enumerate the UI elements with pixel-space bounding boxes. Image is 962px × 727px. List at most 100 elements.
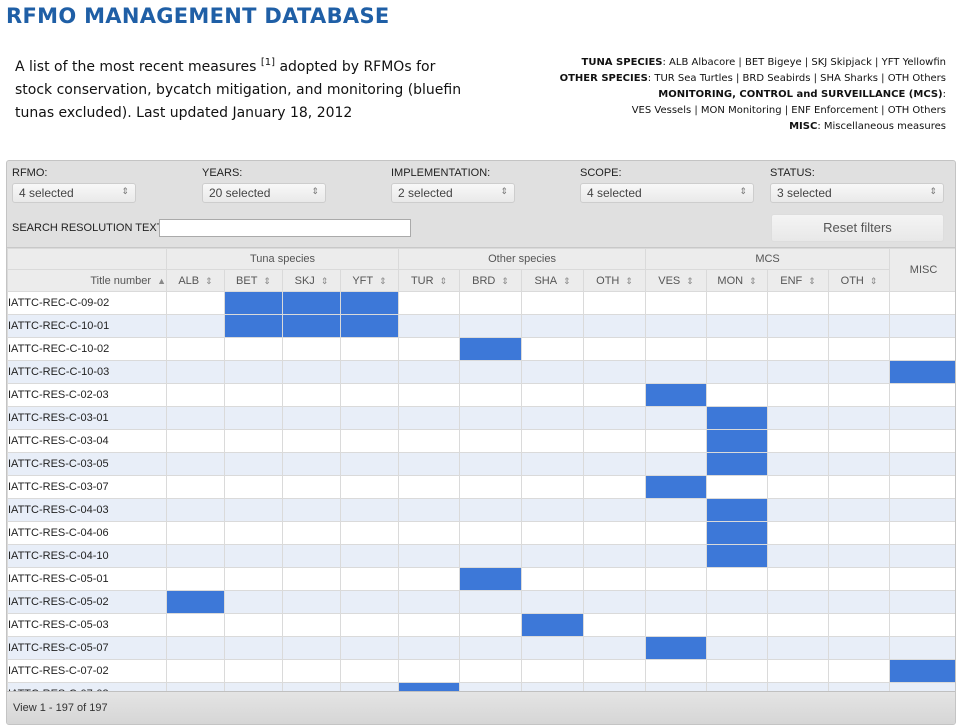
sort-icon: ⇕: [808, 275, 816, 286]
cell-flag-off: [398, 636, 461, 660]
cell-flag-off: [767, 613, 830, 637]
row-title[interactable]: IATTC-RES-C-03-04: [7, 429, 167, 453]
row-title[interactable]: IATTC-RES-C-03-01: [7, 406, 167, 430]
cell-flag-off: [459, 613, 523, 637]
implementation-select[interactable]: 2 selected ⇕: [391, 183, 515, 203]
table-row[interactable]: IATTC-RES-C-02-03: [7, 383, 955, 407]
cell-flag-off: [767, 337, 830, 361]
cell-flag-off: [339, 406, 400, 430]
row-title[interactable]: IATTC-REC-C-10-02: [7, 337, 167, 361]
row-title[interactable]: IATTC-REC-C-09-02: [7, 291, 167, 315]
table-row[interactable]: IATTC-REC-C-09-02: [7, 291, 955, 315]
cell-flag-off: [459, 383, 523, 407]
table-row[interactable]: IATTC-RES-C-04-10: [7, 544, 955, 568]
cell-flag-off: [645, 659, 708, 683]
row-title[interactable]: IATTC-RES-C-04-06: [7, 521, 167, 545]
cell-flag-off: [398, 544, 461, 568]
column-header-misc[interactable]: MISC: [889, 248, 955, 292]
sort-icon: ⇕: [749, 275, 757, 286]
table-row[interactable]: IATTC-RES-C-03-01: [7, 406, 955, 430]
row-title[interactable]: IATTC-RES-C-03-05: [7, 452, 167, 476]
row-title[interactable]: IATTC-RES-C-05-07: [7, 636, 167, 660]
cell-flag-off: [767, 314, 830, 338]
cell-flag-off: [282, 590, 341, 614]
table-row[interactable]: IATTC-RES-C-05-01: [7, 567, 955, 591]
rfmo-select[interactable]: 4 selected ⇕: [12, 183, 136, 203]
column-header-skj[interactable]: SKJ ⇕: [282, 269, 341, 292]
column-header-yft[interactable]: YFT ⇕: [339, 269, 400, 292]
search-input[interactable]: [159, 219, 411, 237]
cell-flag-off: [339, 429, 400, 453]
cell-flag-off: [706, 636, 769, 660]
row-title[interactable]: IATTC-REC-C-10-03: [7, 360, 167, 384]
column-header-enf[interactable]: ENF ⇕: [767, 269, 830, 292]
sort-icon: ⇕: [379, 275, 387, 286]
table-row[interactable]: IATTC-RES-C-03-05: [7, 452, 955, 476]
cell-flag-off: [706, 567, 769, 591]
column-header-oth-mcs[interactable]: OTH ⇕: [828, 269, 891, 292]
cell-flag-off: [767, 636, 830, 660]
cell-flag-off: [889, 429, 955, 453]
intro-text: A list of the most recent measures [1] a…: [15, 56, 465, 125]
cell-flag-off: [583, 452, 647, 476]
cell-flag-on: [282, 314, 341, 338]
cell-flag-off: [282, 659, 341, 683]
cell-flag-off: [166, 360, 225, 384]
cell-flag-on: [706, 429, 769, 453]
table-row[interactable]: IATTC-REC-C-10-02: [7, 337, 955, 361]
row-title[interactable]: IATTC-RES-C-05-01: [7, 567, 167, 591]
table-row[interactable]: IATTC-RES-C-03-04: [7, 429, 955, 453]
footnote-link[interactable]: [1]: [261, 57, 275, 68]
table-row[interactable]: IATTC-RES-C-03-07: [7, 475, 955, 499]
results-table-container[interactable]: Tuna species Other species MCS MISC Titl…: [7, 247, 955, 692]
row-title[interactable]: IATTC-RES-C-07-02: [7, 659, 167, 683]
column-header-sha[interactable]: SHA ⇕: [521, 269, 585, 292]
status-select[interactable]: 3 selected ⇕: [770, 183, 944, 203]
table-row[interactable]: IATTC-RES-C-07-02: [7, 659, 955, 683]
table-row[interactable]: IATTC-RES-C-05-03: [7, 613, 955, 637]
cell-flag-off: [398, 613, 461, 637]
row-title[interactable]: IATTC-RES-C-05-02: [7, 590, 167, 614]
cell-flag-off: [645, 567, 708, 591]
row-title[interactable]: IATTC-RES-C-05-03: [7, 613, 167, 637]
column-header-mon[interactable]: MON ⇕: [706, 269, 769, 292]
cell-flag-off: [282, 636, 341, 660]
cell-flag-off: [459, 406, 523, 430]
table-row[interactable]: IATTC-RES-C-04-03: [7, 498, 955, 522]
column-header-tur[interactable]: TUR ⇕: [398, 269, 461, 292]
table-row[interactable]: IATTC-RES-C-05-07: [7, 636, 955, 660]
cell-flag-off: [166, 314, 225, 338]
cell-flag-off: [583, 613, 647, 637]
cell-flag-off: [339, 659, 400, 683]
row-title[interactable]: IATTC-RES-C-04-10: [7, 544, 167, 568]
cell-flag-off: [828, 291, 891, 315]
column-header-bet[interactable]: BET ⇕: [224, 269, 283, 292]
cell-flag-off: [828, 613, 891, 637]
sort-icon: ⇕: [320, 275, 329, 286]
scope-select[interactable]: 4 selected ⇕: [580, 183, 754, 203]
cell-flag-off: [583, 383, 647, 407]
table-row[interactable]: IATTC-RES-C-04-06: [7, 521, 955, 545]
cell-flag-off: [767, 406, 830, 430]
column-header-title[interactable]: Title number ▲: [7, 269, 167, 292]
table-row[interactable]: IATTC-REC-C-10-01: [7, 314, 955, 338]
row-title[interactable]: IATTC-REC-C-10-01: [7, 314, 167, 338]
sort-icon: ⇕: [439, 275, 448, 286]
years-select[interactable]: 20 selected ⇕: [202, 183, 326, 203]
row-title[interactable]: IATTC-RES-C-04-03: [7, 498, 167, 522]
table-row[interactable]: IATTC-RES-C-05-02: [7, 590, 955, 614]
column-header-ves[interactable]: VES ⇕: [645, 269, 708, 292]
column-header-oth-species[interactable]: OTH ⇕: [583, 269, 647, 292]
reset-filters-button[interactable]: Reset filters: [771, 214, 944, 242]
row-title[interactable]: IATTC-RES-C-03-07: [7, 475, 167, 499]
cell-flag-off: [767, 429, 830, 453]
cell-flag-off: [645, 521, 708, 545]
column-header-alb[interactable]: ALB ⇕: [166, 269, 225, 292]
row-title[interactable]: IATTC-RES-C-02-03: [7, 383, 167, 407]
cell-flag-off: [767, 659, 830, 683]
cell-flag-off: [828, 521, 891, 545]
legend-mcs: MONITORING, CONTROL and SURVEILLANCE (MC…: [658, 89, 946, 100]
cell-flag-on: [339, 314, 400, 338]
column-header-brd[interactable]: BRD ⇕: [459, 269, 523, 292]
table-row[interactable]: IATTC-REC-C-10-03: [7, 360, 955, 384]
